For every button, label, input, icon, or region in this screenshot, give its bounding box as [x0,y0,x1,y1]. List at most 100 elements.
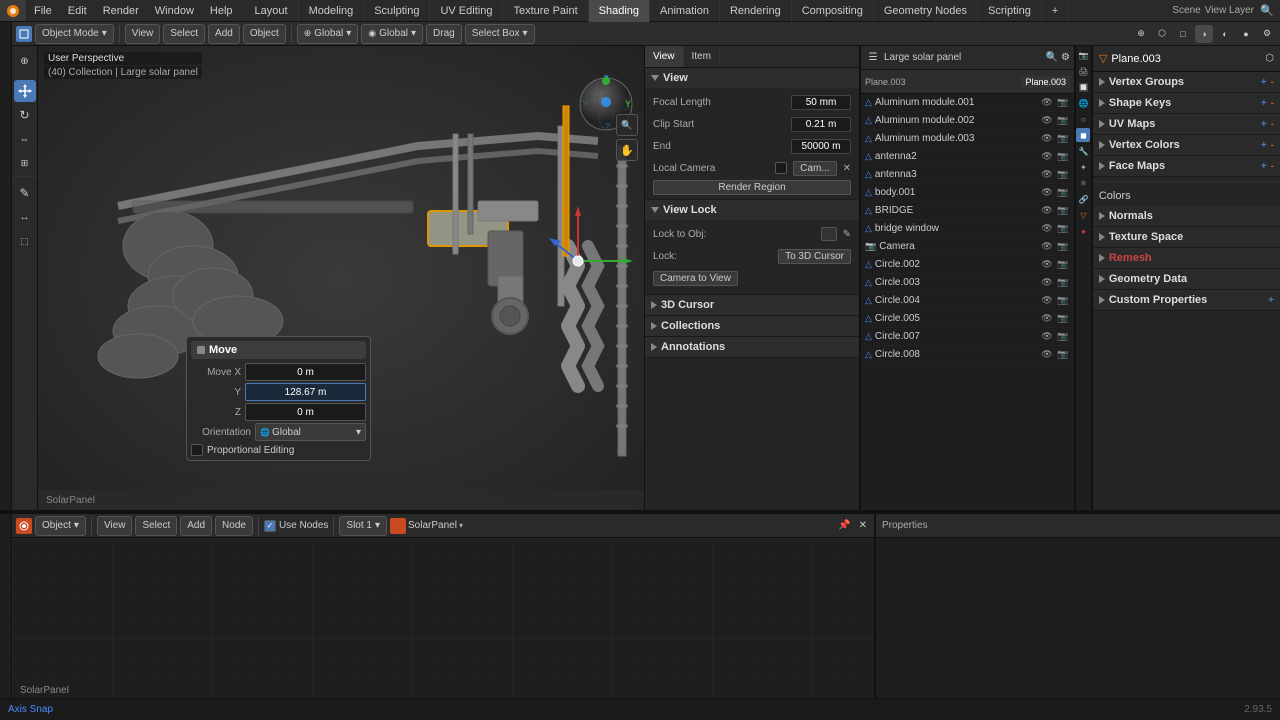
to-3d-cursor-btn[interactable]: To 3D Cursor [778,249,851,264]
vis-icon2[interactable]: 👁 [1040,114,1054,128]
outliner-item-body[interactable]: △ body.001 👁 📷 [861,184,1074,202]
tool-rotate[interactable]: ↻ [14,104,36,126]
render-icon15[interactable]: 📷 [1056,348,1070,362]
tab-geomnodes[interactable]: Geometry Nodes [874,0,978,22]
render-icon11[interactable]: 📷 [1056,276,1070,290]
tab-shading[interactable]: Shading [589,0,650,22]
tool-cursor[interactable]: ⊕ [14,50,36,72]
outliner-item-antenna3[interactable]: △ antenna3 👁 📷 [861,166,1074,184]
tab-compositing[interactable]: Compositing [792,0,874,22]
lock-obj-edit[interactable]: ✎ [843,229,851,240]
vis-icon4[interactable]: 👁 [1040,150,1054,164]
vg-remove-btn[interactable]: - [1271,77,1274,88]
clip-start-value[interactable]: 0.21 m [791,117,851,132]
blender-logo[interactable] [0,0,26,21]
annotations-section-header[interactable]: Annotations [645,337,859,357]
geometry-data-header[interactable]: Geometry Data [1093,269,1280,289]
props-render-icon[interactable]: 📷 [1076,48,1090,62]
outliner-item-circle004[interactable]: △ Circle.004 👁 📷 [861,292,1074,310]
shader-add-btn[interactable]: Add [180,516,212,536]
props-material-icon[interactable]: ● [1076,224,1090,238]
vis-icon11[interactable]: 👁 [1040,276,1054,290]
cursor-section-header[interactable]: 3D Cursor [645,295,859,315]
vis-icon14[interactable]: 👁 [1040,330,1054,344]
camera-to-view-btn[interactable]: Camera to View [653,271,738,286]
render-icon6[interactable]: 📷 [1056,186,1070,200]
props-view-icon[interactable]: 🔲 [1076,80,1090,94]
outliner-filter-btn[interactable]: ⚙ [1061,52,1070,63]
render-icon12[interactable]: 📷 [1056,294,1070,308]
custom-props-header[interactable]: Custom Properties + [1093,290,1280,310]
view-section-header[interactable]: View [645,68,859,88]
options-btn[interactable]: ⚙ [1258,25,1276,43]
outliner-item-antenna2[interactable]: △ antenna2 👁 📷 [861,148,1074,166]
fm-remove-btn[interactable]: - [1271,161,1274,172]
shader-pin-btn[interactable]: 📌 [835,520,853,531]
shader-node-area[interactable]: SolarPanel [12,538,874,698]
shader-select-btn[interactable]: Select [135,516,177,536]
tab-layout[interactable]: Layout [245,0,299,22]
object-btn[interactable]: Object [243,24,286,44]
props-output-icon[interactable]: 🖨 [1076,64,1090,78]
vertex-groups-header[interactable]: Vertex Groups + - [1093,72,1280,92]
overlay-btn[interactable]: ⬡ [1153,25,1171,43]
render-icon10[interactable]: 📷 [1056,258,1070,272]
prop-edit-checkbox[interactable] [191,444,203,456]
move-z-value[interactable]: 0 m [245,403,366,421]
vis-icon9[interactable]: 👁 [1040,240,1054,254]
view-btn[interactable]: View [125,24,161,44]
props-scene-icon[interactable]: 🌐 [1076,96,1090,110]
vis-icon6[interactable]: 👁 [1040,186,1054,200]
shader-view-btn[interactable]: View [97,516,133,536]
wireframe-btn[interactable]: □ [1174,25,1192,43]
menu-help[interactable]: Help [202,0,241,21]
outliner-item-bridge[interactable]: △ BRIDGE 👁 📷 [861,202,1074,220]
render-icon7[interactable]: 📷 [1056,204,1070,218]
shader-node-btn[interactable]: Node [215,516,253,536]
outliner-item-circle002[interactable]: △ Circle.002 👁 📷 [861,256,1074,274]
local-camera-checkbox[interactable] [775,162,787,174]
render-icon13[interactable]: 📷 [1056,312,1070,326]
outliner-item-circle007[interactable]: △ Circle.007 👁 📷 [861,328,1074,346]
render-icon[interactable]: 📷 [1056,96,1070,110]
menu-edit[interactable]: Edit [60,0,95,21]
shape-keys-header[interactable]: Shape Keys + - [1093,93,1280,113]
viewport-icon[interactable] [16,26,32,42]
render-icon4[interactable]: 📷 [1056,150,1070,164]
tab-texturepaint[interactable]: Texture Paint [503,0,588,22]
tool-move[interactable] [14,80,36,102]
outliner-item-aluminum3[interactable]: △ Aluminum module.003 👁 📷 [861,130,1074,148]
normals-header[interactable]: Normals [1093,206,1280,226]
viewlock-section-header[interactable]: View Lock [645,200,859,220]
outliner-item-aluminum2[interactable]: △ Aluminum module.002 👁 📷 [861,112,1074,130]
tab-add[interactable]: + [1042,0,1069,22]
vis-icon10[interactable]: 👁 [1040,258,1054,272]
uv-add-btn[interactable]: + [1261,119,1267,130]
cp-add-btn[interactable]: + [1268,295,1274,306]
tool-transform[interactable]: ⊞ [14,152,36,174]
outliner-search-btn[interactable]: 🔍 [1046,52,1058,63]
camera-close[interactable]: ✕ [843,163,851,174]
tool-scale[interactable]: ⇔ [14,128,36,150]
search-icon[interactable]: 🔍 [1258,2,1276,20]
sk-add-btn[interactable]: + [1261,98,1267,109]
tool-measure[interactable]: ↔ [14,206,36,228]
selectbox-dropdown[interactable]: Select Box ▾ [465,24,535,44]
remesh-header[interactable]: Remesh [1093,248,1280,268]
axis-snap-label[interactable]: Axis Snap [8,704,53,715]
vg-add-btn[interactable]: + [1261,77,1267,88]
material-browse-btn[interactable]: ▾ [459,521,463,530]
render-region-btn[interactable]: Render Region [653,180,851,195]
vis-icon3[interactable]: 👁 [1040,132,1054,146]
props-world-icon[interactable]: ○ [1076,112,1090,126]
camera-selector[interactable]: Cam... [793,161,836,176]
gizmo-btn[interactable]: ⊕ [1132,25,1150,43]
tab-rendering[interactable]: Rendering [720,0,792,22]
props-object-icon[interactable]: ◼ [1076,128,1090,142]
tab-animation[interactable]: Animation [650,0,720,22]
pan-btn[interactable]: ✋ [616,139,638,161]
shader-mode-dropdown[interactable]: Object ▾ [35,516,86,536]
vc-add-btn[interactable]: + [1261,140,1267,151]
props-data-icon[interactable]: ▽ [1076,208,1090,222]
vis-icon12[interactable]: 👁 [1040,294,1054,308]
